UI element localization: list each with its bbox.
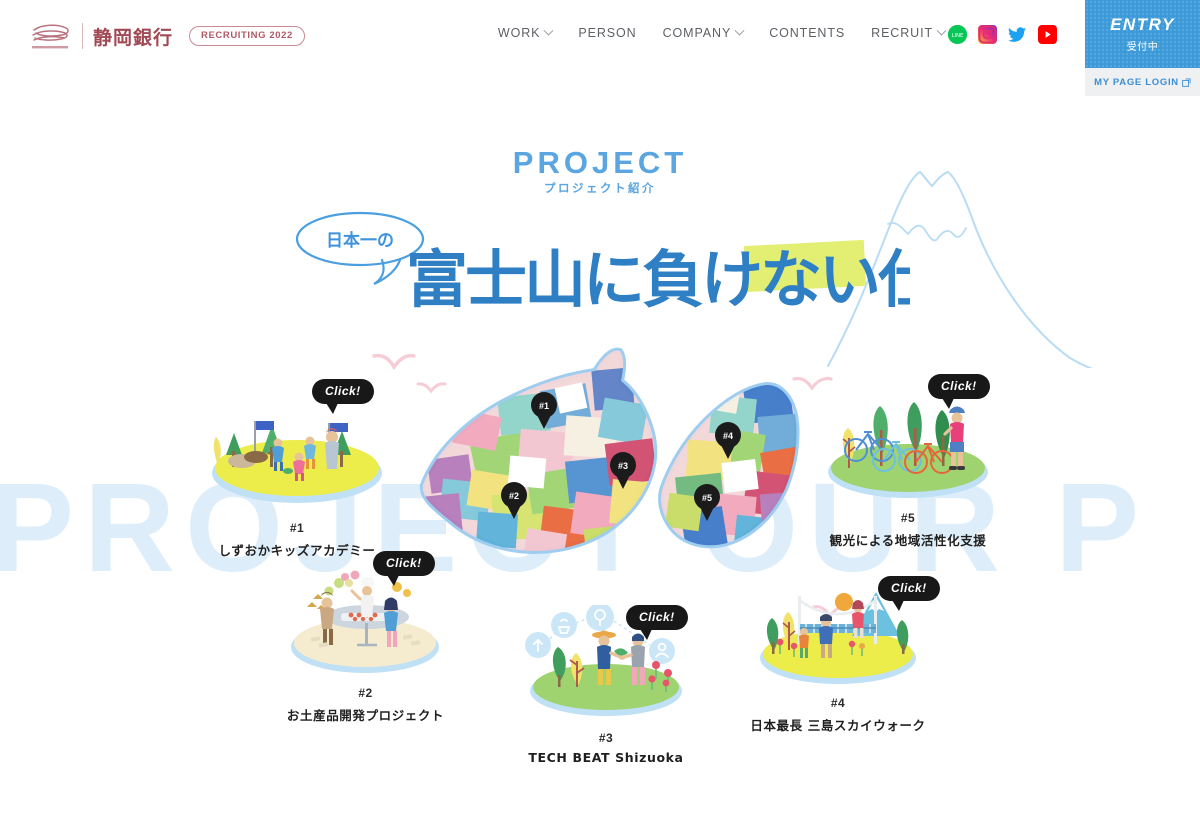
project-card-1[interactable]: Click! #1 しずおかキッズアカデミー (202, 379, 392, 559)
external-link-icon (1182, 77, 1191, 87)
tourism-revitalization-illustration: Click! (818, 374, 998, 505)
twitter-icon[interactable] (1008, 25, 1027, 44)
nav-item-contents[interactable]: CONTENTS (769, 26, 845, 40)
project-label: 観光による地域活性化支援 (829, 533, 987, 548)
my-page-login-label: MY PAGE LOGIN (1094, 76, 1179, 88)
svg-text:#1: #1 (539, 401, 549, 411)
line-icon[interactable]: LINE (948, 25, 967, 44)
project-number: #3 (598, 731, 614, 745)
nav-item-company[interactable]: COMPANY (662, 25, 745, 40)
nav-item-recruit[interactable]: RECRUIT (871, 25, 947, 40)
main-navigation: WORK PERSON COMPANY CONTENTS RECRUIT (497, 25, 947, 40)
project-label: 日本最長 三島スカイウォーク (750, 718, 926, 733)
click-label: Click! (928, 374, 990, 399)
chevron-down-icon (734, 25, 745, 36)
instagram-icon[interactable] (978, 25, 997, 44)
project-card-5[interactable]: Click! #5 観光による地域活性化支援 (818, 374, 998, 549)
project-card-3[interactable]: Click! #3 TECH BEAT Shizuoka (516, 603, 696, 765)
social-links: LINE (948, 25, 1057, 44)
site-header: 静岡銀行 RECRUITING 2022 WORK PERSON COMPANY… (0, 0, 1200, 96)
hero-speech-bubble: 日本一の (295, 211, 425, 286)
project-caption-3: #3 TECH BEAT Shizuoka (516, 731, 696, 765)
project-label: TECH BEAT Shizuoka (528, 750, 684, 765)
youtube-icon[interactable] (1038, 25, 1057, 44)
project-number: #5 (900, 511, 916, 525)
click-label: Click! (878, 576, 940, 601)
map-mosaic-east (661, 385, 797, 546)
entry-sublabel: 受付中 (1126, 42, 1159, 53)
project-number: #1 (289, 521, 305, 535)
chevron-down-icon (543, 25, 554, 36)
entry-label: ENTRY (1110, 15, 1175, 34)
project-number: #4 (830, 696, 846, 710)
nav-item-person[interactable]: PERSON (578, 26, 636, 40)
my-page-login-button[interactable]: MY PAGE LOGIN (1085, 68, 1200, 96)
entry-button[interactable]: ENTRY 受付中 (1085, 0, 1200, 68)
bubble-tail (387, 575, 399, 586)
nav-label: CONTENTS (769, 26, 846, 40)
svg-text:#3: #3 (618, 461, 628, 471)
click-bubble-4[interactable]: Click! (878, 576, 940, 611)
hero-handwritten-text: 富士山に負けない仕事。 (406, 243, 910, 316)
project-label: お土産品開発プロジェクト (286, 708, 445, 723)
nav-label: PERSON (578, 26, 637, 40)
click-bubble-2[interactable]: Click! (373, 551, 435, 586)
bubble-tail (892, 600, 904, 611)
click-label: Click! (312, 379, 374, 404)
bubble-tail (942, 398, 954, 409)
project-caption-5: #5 観光による地域活性化支援 (818, 511, 998, 549)
click-label: Click! (626, 605, 688, 630)
souvenir-development-illustration: Click! (283, 551, 448, 680)
click-label: Click! (373, 551, 435, 576)
project-card-2[interactable]: Click! #2 お土産品開発プロジェクト (283, 551, 448, 724)
brand-name: 静岡銀行 (93, 26, 174, 49)
mishima-skywalk-illustration: Click! (748, 570, 940, 690)
click-bubble-5[interactable]: Click! (928, 374, 990, 409)
tech-beat-illustration: Click! (516, 603, 696, 725)
project-number: #2 (358, 686, 373, 700)
project-card-4[interactable]: Click! #4 日本最長 三島スカイウォーク (748, 570, 940, 734)
project-caption-4: #4 日本最長 三島スカイウォーク (748, 696, 928, 734)
page-root: PROJECT OUR P 静岡銀行 RECRUITING 2022 WORK … (0, 0, 1200, 825)
shizuoka-prefecture-map[interactable]: #1 #2 #3 #4 #5 (415, 345, 805, 585)
page-subtitle: プロジェクト紹介 (544, 183, 656, 195)
bubble-tail (640, 629, 652, 640)
map-mosaic-west (422, 350, 655, 552)
svg-text:#4: #4 (723, 431, 733, 441)
nav-label: RECRUIT (871, 26, 933, 40)
click-bubble-3[interactable]: Click! (626, 605, 688, 640)
brand-divider (82, 23, 83, 49)
nav-label: COMPANY (662, 26, 732, 40)
hero-headline: 日本一の 富士山に負けない仕事。 (290, 205, 1058, 340)
svg-text:日本一の: 日本一の (326, 230, 394, 251)
svg-text:#2: #2 (509, 491, 519, 501)
svg-text:#5: #5 (702, 493, 712, 503)
kids-academy-illustration: Click! (202, 379, 392, 515)
svg-text:LINE: LINE (952, 33, 964, 39)
page-title: PROJECT (512, 145, 688, 180)
bubble-tail (326, 403, 338, 414)
chevron-down-icon (936, 25, 947, 36)
project-caption-1: #1 しずおかキッズアカデミー (202, 521, 392, 559)
nav-item-work[interactable]: WORK (497, 25, 554, 40)
project-caption-2: #2 お土産品開発プロジェクト (283, 686, 448, 724)
brand-logo[interactable]: 静岡銀行 RECRUITING 2022 (28, 22, 305, 50)
shizuoka-bank-logo-icon (32, 24, 69, 49)
click-bubble-1[interactable]: Click! (312, 379, 374, 414)
nav-label: WORK (497, 26, 541, 40)
entry-block: ENTRY 受付中 MY PAGE LOGIN (1085, 0, 1200, 96)
recruiting-badge: RECRUITING 2022 (189, 26, 305, 46)
